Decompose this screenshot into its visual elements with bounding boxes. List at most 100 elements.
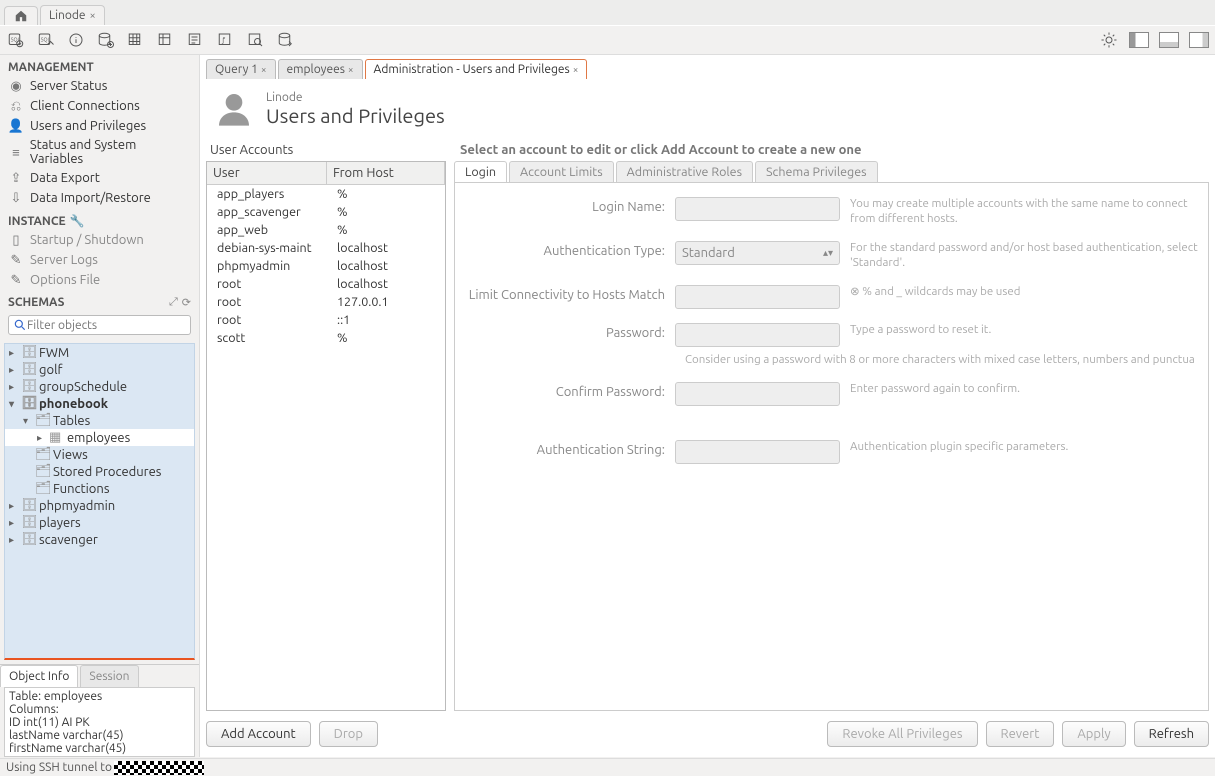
close-icon[interactable]: × <box>261 64 267 75</box>
chevron-updown-icon: ▴▾ <box>823 247 833 259</box>
refresh-schemas-icon[interactable]: ⟳ <box>182 296 191 309</box>
db-groupschedule[interactable]: ▸🗄groupSchedule <box>5 378 194 395</box>
sidebar-item-data-export[interactable]: ⇪Data Export <box>0 168 199 188</box>
tab-session[interactable]: Session <box>80 665 138 687</box>
table-row[interactable]: root::1 <box>207 311 445 329</box>
avatar-icon <box>214 89 254 129</box>
db-golf[interactable]: ▸🗄golf <box>5 361 194 378</box>
database-icon: 🗄 <box>21 532 37 547</box>
sidebar-item-server-status[interactable]: ◉Server Status <box>0 76 199 96</box>
expand-icon[interactable]: ⤢ <box>169 296 178 309</box>
table-row[interactable]: app_web% <box>207 221 445 239</box>
db-scavenger[interactable]: ▸🗄scavenger <box>5 531 194 548</box>
phonebook-views[interactable]: 🗂Views <box>5 446 194 463</box>
loading-indicator <box>114 761 204 775</box>
svg-text:SQL: SQL <box>41 37 51 43</box>
schema-tree[interactable]: ▸🗄FWM ▸🗄golf ▸🗄groupSchedule ▾🗄phonebook… <box>4 343 195 660</box>
schema-filter-input[interactable] <box>27 319 186 332</box>
close-icon[interactable]: × <box>573 64 579 75</box>
auth-type-select[interactable]: Standard▴▾ <box>675 241 840 265</box>
function-icon[interactable]: ƒ <box>216 30 236 50</box>
connections-icon: ⎌ <box>8 98 24 114</box>
search-icon[interactable] <box>246 30 266 50</box>
close-icon[interactable]: × <box>90 10 96 22</box>
database-icon: 🗄 <box>21 345 37 360</box>
ftab-admin-roles[interactable]: Administrative Roles <box>616 161 753 182</box>
db-create-icon[interactable] <box>96 30 116 50</box>
svg-text:ƒ: ƒ <box>221 36 225 44</box>
apply-button[interactable]: Apply <box>1062 721 1125 747</box>
tab-administration[interactable]: Administration - Users and Privileges× <box>365 59 588 79</box>
layout-sidebar-icon[interactable] <box>1129 32 1149 48</box>
col-user[interactable]: User <box>207 162 327 184</box>
layout-right-icon[interactable] <box>1189 32 1209 48</box>
table-row[interactable]: phpmyadminlocalhost <box>207 257 445 275</box>
sidebar-item-startup[interactable]: ▯Startup / Shutdown <box>0 230 199 250</box>
table-create-icon[interactable] <box>126 30 146 50</box>
content-tabs: Query 1× employees× Administration - Use… <box>206 59 1209 79</box>
accounts-table[interactable]: User From Host app_players%app_scavenger… <box>206 161 446 711</box>
database-icon: 🗄 <box>21 396 37 411</box>
revoke-button[interactable]: Revoke All Privileges <box>827 721 977 747</box>
db-phonebook[interactable]: ▾🗄phonebook <box>5 395 194 412</box>
authstring-input[interactable] <box>675 440 840 464</box>
authstring-label: Authentication String: <box>465 440 675 457</box>
sidebar-item-data-import[interactable]: ⇩Data Import/Restore <box>0 188 199 208</box>
col-host[interactable]: From Host <box>327 162 445 184</box>
table-row[interactable]: app_players% <box>207 185 445 203</box>
auth-type-hint: For the standard password and/or host ba… <box>840 241 1198 271</box>
gear-icon[interactable] <box>1099 30 1119 50</box>
add-account-button[interactable]: Add Account <box>206 721 311 747</box>
view-icon[interactable] <box>156 30 176 50</box>
reconnect-icon[interactable] <box>276 30 296 50</box>
password-hint: Type a password to reset it. <box>840 323 1198 338</box>
phonebook-procedures[interactable]: 🗂Stored Procedures <box>5 463 194 480</box>
table-row[interactable]: debian-sys-maintlocalhost <box>207 239 445 257</box>
new-sql-tab-icon[interactable]: SQL <box>6 30 26 50</box>
drop-button[interactable]: Drop <box>319 721 378 747</box>
sidebar-item-client-connections[interactable]: ⎌Client Connections <box>0 96 199 116</box>
ftab-login[interactable]: Login <box>454 161 507 182</box>
phonebook-functions[interactable]: 🗂Functions <box>5 480 194 497</box>
navigator-sidebar: MANAGEMENT ◉Server Status ⎌Client Connec… <box>0 55 200 757</box>
startup-icon: ▯ <box>8 232 24 248</box>
procedure-icon[interactable] <box>186 30 206 50</box>
confirm-input[interactable] <box>675 382 840 406</box>
folder-icon: 🗂 <box>35 447 51 462</box>
close-icon[interactable]: × <box>348 64 354 75</box>
db-phpmyadmin[interactable]: ▸🗄phpmyadmin <box>5 497 194 514</box>
db-fwm[interactable]: ▸🗄FWM <box>5 344 194 361</box>
sidebar-item-users-privileges[interactable]: 👤Users and Privileges <box>0 116 199 136</box>
table-row[interactable]: app_scavenger% <box>207 203 445 221</box>
tab-employees[interactable]: employees× <box>278 59 363 79</box>
schema-filter[interactable] <box>8 315 191 335</box>
connection-tab-linode[interactable]: Linode × <box>40 5 105 25</box>
table-employees[interactable]: ▸▦employees <box>5 429 194 446</box>
table-row[interactable]: root127.0.0.1 <box>207 293 445 311</box>
inspector-icon[interactable] <box>66 30 86 50</box>
magnifier-icon <box>13 318 27 332</box>
page-title: Users and Privileges <box>266 104 445 127</box>
revert-button[interactable]: Revert <box>986 721 1055 747</box>
password-input[interactable] <box>675 323 840 347</box>
hosts-input[interactable] <box>675 285 840 309</box>
table-row[interactable]: rootlocalhost <box>207 275 445 293</box>
tab-object-info[interactable]: Object Info <box>0 665 78 687</box>
authstring-hint: Authentication plugin specific parameter… <box>840 440 1198 455</box>
tab-query1[interactable]: Query 1× <box>206 59 276 79</box>
ftab-account-limits[interactable]: Account Limits <box>509 161 614 182</box>
db-players[interactable]: ▸🗄players <box>5 514 194 531</box>
refresh-button[interactable]: Refresh <box>1134 721 1209 747</box>
sidebar-item-options-file[interactable]: ✎Options File <box>0 270 199 290</box>
home-tab[interactable] <box>4 6 38 25</box>
layout-bottom-icon[interactable] <box>1159 32 1179 48</box>
sidebar-item-status-variables[interactable]: ≡Status and System Variables <box>0 136 199 168</box>
sidebar-item-server-logs[interactable]: ✎Server Logs <box>0 250 199 270</box>
user-accounts-label: User Accounts <box>206 139 456 161</box>
ftab-schema-privs[interactable]: Schema Privileges <box>755 161 878 182</box>
login-name-input[interactable] <box>675 197 840 221</box>
open-sql-icon[interactable]: SQL <box>36 30 56 50</box>
table-row[interactable]: scott% <box>207 329 445 347</box>
phonebook-tables[interactable]: ▾🗂Tables <box>5 412 194 429</box>
clear-icon[interactable]: ⊗ <box>850 285 860 298</box>
